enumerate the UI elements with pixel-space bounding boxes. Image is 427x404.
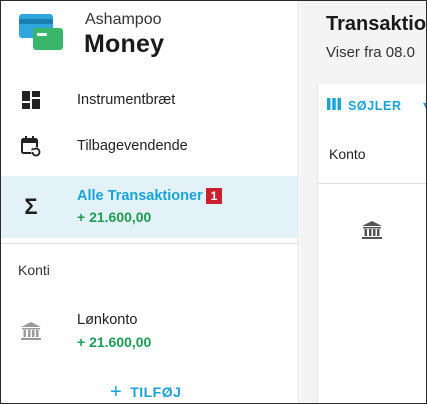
bank-icon <box>361 220 383 245</box>
bank-icon <box>20 320 42 342</box>
plus-icon: + <box>110 381 123 403</box>
sigma-icon: Σ <box>24 194 38 219</box>
sidebar: Ashampoo Money Instrumentbræt Tilbageven… <box>0 0 299 404</box>
sidebar-item-label: Alle Transaktioner <box>77 188 203 204</box>
columns-button[interactable]: SØJLER <box>327 98 402 113</box>
sidebar-item-label: Instrumentbræt <box>77 92 176 108</box>
filter-icon[interactable]: ▾ <box>423 98 427 112</box>
balance-amount: + 21.600,00 <box>77 209 152 225</box>
add-button-label: TILFØJ <box>130 384 182 400</box>
brand-name: Ashampoo <box>85 11 162 28</box>
sidebar-item-dashboard[interactable]: Instrumentbræt <box>0 86 299 116</box>
columns-icon <box>327 98 341 113</box>
annotation-badge: 1 <box>206 188 222 204</box>
calendar-recurring-icon <box>20 135 42 157</box>
account-label: Lønkonto <box>77 312 138 328</box>
account-item-lonkonto[interactable]: Lønkonto + 21.600,00 <box>0 306 299 356</box>
add-account-button[interactable]: + TILFØJ <box>110 382 181 402</box>
columns-button-label: SØJLER <box>348 98 402 113</box>
account-balance: + 21.600,00 <box>77 334 152 350</box>
divider <box>0 243 299 244</box>
main-content: Transaktio Viser fra 08.0 SØJLER ▾ Konto <box>300 0 427 404</box>
page-subtitle: Viser fra 08.0 <box>326 44 415 61</box>
sidebar-item-label: Tilbagevendende <box>77 138 188 154</box>
transactions-table: SØJLER ▾ Konto <box>317 84 427 404</box>
column-header-account[interactable]: Konto <box>329 146 366 162</box>
accounts-section-title: Konti <box>18 262 50 278</box>
page-title: Transaktio <box>326 13 427 35</box>
divider <box>318 183 427 184</box>
app-title: Money <box>84 30 165 58</box>
dashboard-icon <box>20 89 42 111</box>
app-logo-icon <box>19 14 63 52</box>
sidebar-item-recurring[interactable]: Tilbagevendende <box>0 132 299 162</box>
sidebar-item-all-transactions[interactable]: Σ Alle Transaktioner 1 + 21.600,00 <box>0 176 299 238</box>
